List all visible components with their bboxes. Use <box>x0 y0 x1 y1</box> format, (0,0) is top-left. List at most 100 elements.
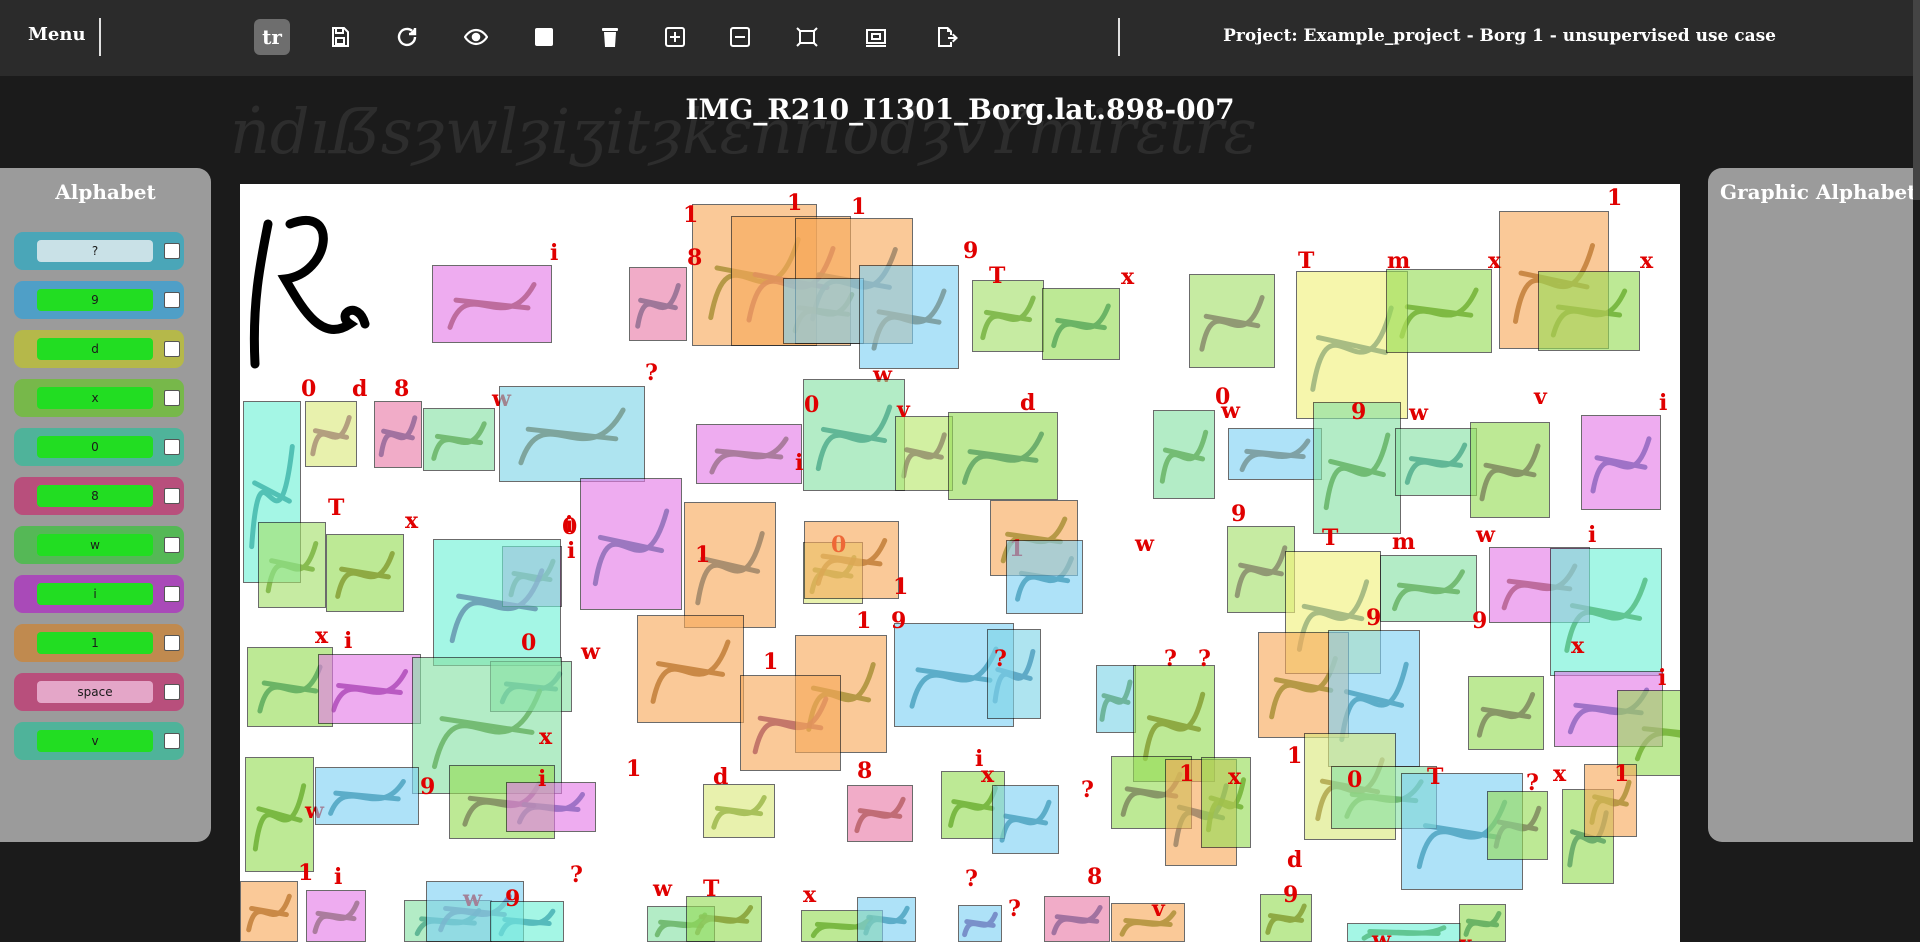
glyph-bounding-box[interactable] <box>895 416 953 491</box>
alphabet-item[interactable]: x <box>14 379 184 417</box>
glyph-bounding-box[interactable] <box>703 784 775 838</box>
glyph-bounding-box[interactable] <box>1228 428 1322 480</box>
glyph-bounding-box[interactable] <box>1006 540 1083 614</box>
transcribe-tool-button[interactable]: tr <box>254 19 290 55</box>
glyph-bounding-box[interactable] <box>490 901 564 942</box>
alphabet-item-checkbox[interactable] <box>164 537 180 553</box>
manuscript-canvas[interactable]: i1811w9TxTmx1x0d8w?i0vd0w9wviTx0ii1011w9… <box>240 184 1680 942</box>
glyph-bounding-box[interactable] <box>1581 415 1661 510</box>
fit-frame-button[interactable] <box>789 19 825 55</box>
glyph-bounding-box[interactable] <box>1538 271 1640 351</box>
glyph-bounding-box[interactable] <box>1468 676 1544 750</box>
glyph-bounding-box[interactable] <box>1470 422 1550 518</box>
alphabet-item[interactable]: 9 <box>14 281 184 319</box>
alphabet-item-checkbox[interactable] <box>164 243 180 259</box>
glyph-bounding-box[interactable] <box>1044 896 1110 942</box>
alphabet-item[interactable]: w <box>14 526 184 564</box>
glyph-bounding-box[interactable] <box>506 782 596 832</box>
add-box-button[interactable] <box>657 19 693 55</box>
alphabet-item[interactable]: 1 <box>14 624 184 662</box>
glyph-bounding-box[interactable] <box>783 278 864 344</box>
glyph-bounding-box[interactable] <box>1395 428 1477 496</box>
glyph-bounding-box[interactable] <box>433 539 561 666</box>
glyph-bounding-box[interactable] <box>306 890 366 942</box>
glyph-bounding-box[interactable] <box>847 785 913 842</box>
glyph-label: ? <box>570 862 583 888</box>
glyph-label: w <box>1135 531 1154 557</box>
glyph-label: 0 <box>1347 767 1363 793</box>
glyph-label: w <box>1372 927 1391 942</box>
glyph-bounding-box[interactable] <box>1153 410 1215 499</box>
glyph-bounding-box[interactable] <box>740 675 841 771</box>
glyph-bounding-box[interactable] <box>1096 665 1136 733</box>
glyph-bounding-box[interactable] <box>1201 757 1251 848</box>
export-button[interactable] <box>929 19 965 55</box>
glyph-bounding-box[interactable] <box>240 881 298 942</box>
glyph-bounding-box[interactable] <box>315 767 419 825</box>
glyph-bounding-box[interactable] <box>958 905 1002 942</box>
glyph-bounding-box[interactable] <box>696 424 802 484</box>
glyph-bounding-box[interactable] <box>629 267 687 341</box>
scroll-thumb[interactable] <box>1913 0 1920 200</box>
glyph-bounding-box[interactable] <box>1386 269 1492 353</box>
alphabet-item-checkbox[interactable] <box>164 488 180 504</box>
glyph-label: 8 <box>1087 864 1103 890</box>
remove-box-button[interactable] <box>722 19 758 55</box>
glyph-bounding-box[interactable] <box>499 386 645 482</box>
alphabet-item[interactable]: ? <box>14 232 184 270</box>
glyph-bounding-box[interactable] <box>1487 791 1548 860</box>
glyph-bounding-box[interactable] <box>305 401 357 467</box>
redo-button[interactable] <box>389 19 425 55</box>
alphabet-item-checkbox[interactable] <box>164 439 180 455</box>
glyph-bounding-box[interactable] <box>432 265 552 343</box>
glyph-bounding-box[interactable] <box>423 408 495 471</box>
glyph-bounding-box[interactable] <box>686 896 762 942</box>
glyph-bounding-box[interactable] <box>374 401 422 468</box>
glyph-bounding-box[interactable] <box>258 522 326 608</box>
alphabet-item-checkbox[interactable] <box>164 733 180 749</box>
glyph-bounding-box[interactable] <box>1380 555 1477 622</box>
alphabet-item-checkbox[interactable] <box>164 341 180 357</box>
alphabet-item-checkbox[interactable] <box>164 292 180 308</box>
glyph-label: v <box>1152 896 1165 922</box>
glyph-bounding-box[interactable] <box>1550 548 1662 676</box>
glyph-bounding-box[interactable] <box>580 478 682 610</box>
glyph-bounding-box[interactable] <box>318 654 421 724</box>
alphabet-item-checkbox[interactable] <box>164 684 180 700</box>
glyph-bounding-box[interactable] <box>326 534 404 612</box>
glyph-bounding-box[interactable] <box>992 785 1059 854</box>
glyph-bounding-box[interactable] <box>804 521 899 599</box>
alphabet-item[interactable]: i <box>14 575 184 613</box>
glyph-bounding-box[interactable] <box>972 280 1044 352</box>
visibility-button[interactable] <box>458 19 494 55</box>
delete-button[interactable] <box>592 19 628 55</box>
alphabet-item[interactable]: 8 <box>14 477 184 515</box>
alphabet-item-checkbox[interactable] <box>164 586 180 602</box>
glyph-bounding-box[interactable] <box>1111 903 1185 942</box>
alphabet-item-checkbox[interactable] <box>164 635 180 651</box>
alphabet-item-checkbox[interactable] <box>164 390 180 406</box>
menu-button[interactable]: Menu <box>28 24 86 45</box>
page-scrollbar[interactable] <box>1913 0 1920 942</box>
glyph-bounding-box[interactable] <box>948 412 1058 500</box>
glyph-label: 9 <box>1231 501 1247 527</box>
alphabet-item[interactable]: d <box>14 330 184 368</box>
alphabet-item[interactable]: 0 <box>14 428 184 466</box>
glyph-bounding-box[interactable] <box>859 265 959 369</box>
glyph-label: 1 <box>298 860 314 886</box>
save-button[interactable] <box>322 19 358 55</box>
glyph-bounding-box[interactable] <box>857 897 916 942</box>
glyph-label: x <box>1640 248 1654 274</box>
glyph-bounding-box[interactable] <box>637 615 744 723</box>
glyph-bounding-box[interactable] <box>1347 923 1461 942</box>
alphabet-item[interactable]: space <box>14 673 184 711</box>
glyph-bounding-box[interactable] <box>1042 288 1120 360</box>
glyph-bounding-box[interactable] <box>245 757 314 872</box>
square-button[interactable] <box>526 19 562 55</box>
compare-frame-button[interactable] <box>858 19 894 55</box>
glyph-bounding-box[interactable] <box>987 629 1041 719</box>
glyph-bounding-box[interactable] <box>1189 274 1275 368</box>
glyph-label: ? <box>1526 770 1539 796</box>
glyph-label: x <box>1121 264 1135 290</box>
alphabet-item[interactable]: v <box>14 722 184 760</box>
